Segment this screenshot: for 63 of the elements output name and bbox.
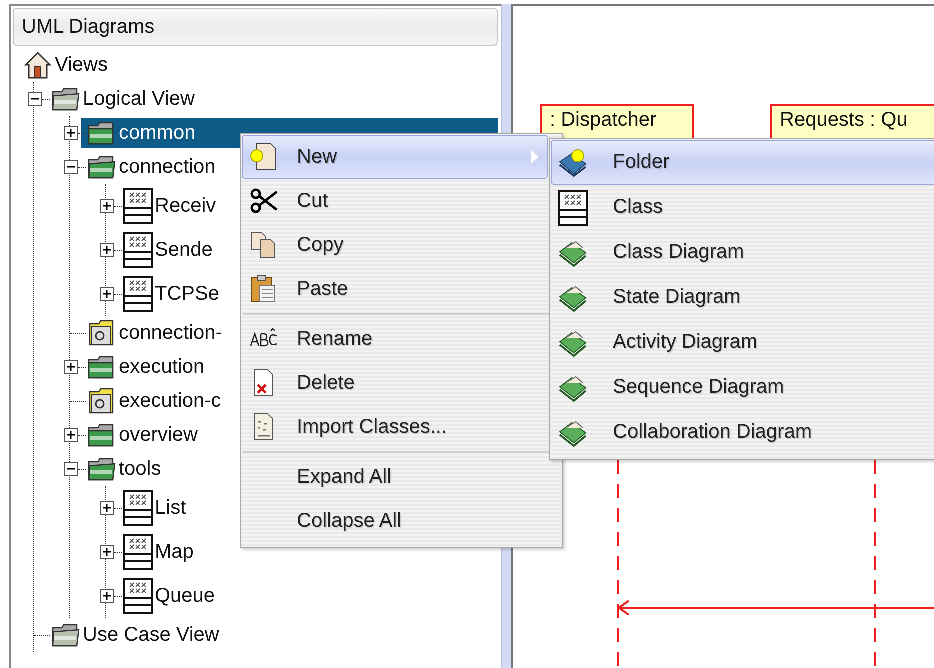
tree-item[interactable]: connection- bbox=[81, 318, 226, 348]
menu-item[interactable]: Rename bbox=[242, 317, 548, 361]
menu-item[interactable]: Paste bbox=[242, 267, 548, 311]
plus-icon bbox=[102, 591, 112, 601]
expand-toggle[interactable] bbox=[64, 462, 78, 476]
tree-item[interactable]: List bbox=[117, 493, 190, 523]
plus-icon bbox=[66, 362, 76, 372]
expand-toggle[interactable] bbox=[100, 287, 114, 301]
menu-item[interactable]: Activity Diagram bbox=[551, 320, 934, 365]
plus-icon bbox=[102, 503, 112, 513]
tree-item[interactable]: Use Case View bbox=[45, 620, 224, 650]
tree-item[interactable]: execution bbox=[81, 352, 209, 382]
menu-item[interactable]: Collaboration Diagram bbox=[551, 410, 934, 455]
menu-item[interactable]: Expand All bbox=[242, 455, 561, 499]
class-icon bbox=[123, 534, 153, 570]
expand-toggle[interactable] bbox=[64, 428, 78, 442]
new-file-icon bbox=[249, 142, 279, 172]
class-icon bbox=[558, 190, 588, 226]
plus-icon bbox=[66, 430, 76, 440]
plus-icon bbox=[102, 547, 112, 557]
expand-toggle[interactable] bbox=[64, 360, 78, 374]
class-icon bbox=[123, 188, 153, 224]
class-icon bbox=[123, 578, 153, 614]
panel-title: UML Diagrams bbox=[13, 8, 498, 46]
menu-item[interactable]: State Diagram bbox=[551, 275, 934, 320]
tree-item[interactable]: TCPSe bbox=[117, 279, 224, 309]
plus-icon bbox=[102, 245, 112, 255]
tree-item[interactable]: Queue bbox=[117, 581, 220, 611]
class-icon bbox=[123, 276, 153, 312]
menu-item[interactable]: New bbox=[242, 135, 548, 179]
expand-toggle[interactable] bbox=[100, 199, 114, 213]
tree-item[interactable]: Views bbox=[17, 50, 112, 80]
menu-item[interactable]: Collapse All bbox=[242, 499, 561, 543]
menu-item[interactable]: Cut bbox=[242, 179, 548, 223]
tree-item[interactable]: connection bbox=[81, 152, 220, 182]
tree-item[interactable]: Receiv bbox=[117, 191, 220, 221]
tree-item[interactable]: Logical View bbox=[45, 84, 199, 114]
class-icon bbox=[123, 232, 153, 268]
plus-icon bbox=[66, 128, 76, 138]
plus-icon bbox=[102, 201, 112, 211]
tree-item[interactable]: Sende bbox=[117, 235, 217, 265]
expand-toggle[interactable] bbox=[64, 126, 78, 140]
expand-toggle[interactable] bbox=[100, 243, 114, 257]
tree-item[interactable]: Map bbox=[117, 537, 198, 567]
menu-item[interactable]: Folder bbox=[551, 140, 934, 185]
expand-toggle[interactable] bbox=[28, 92, 42, 106]
expand-toggle[interactable] bbox=[100, 545, 114, 559]
menu-item[interactable]: Class Diagram bbox=[551, 230, 934, 275]
menu-item[interactable]: Copy bbox=[242, 223, 548, 267]
plus-icon bbox=[102, 289, 112, 299]
menu-item[interactable]: Class bbox=[551, 185, 934, 230]
tree-item[interactable]: tools bbox=[81, 454, 166, 484]
tree-item[interactable]: execution-c bbox=[81, 386, 226, 416]
class-icon bbox=[123, 490, 153, 526]
expand-toggle[interactable] bbox=[100, 589, 114, 603]
menu-item[interactable]: Delete bbox=[242, 361, 548, 405]
home-icon bbox=[23, 50, 53, 80]
tree-item[interactable]: overview bbox=[81, 420, 202, 450]
expand-toggle[interactable] bbox=[100, 501, 114, 515]
scissors-icon bbox=[249, 186, 279, 216]
menu-item[interactable]: Sequence Diagram bbox=[551, 365, 934, 410]
expand-toggle[interactable] bbox=[64, 160, 78, 174]
menu-item[interactable]: Import Classes... bbox=[242, 405, 548, 449]
